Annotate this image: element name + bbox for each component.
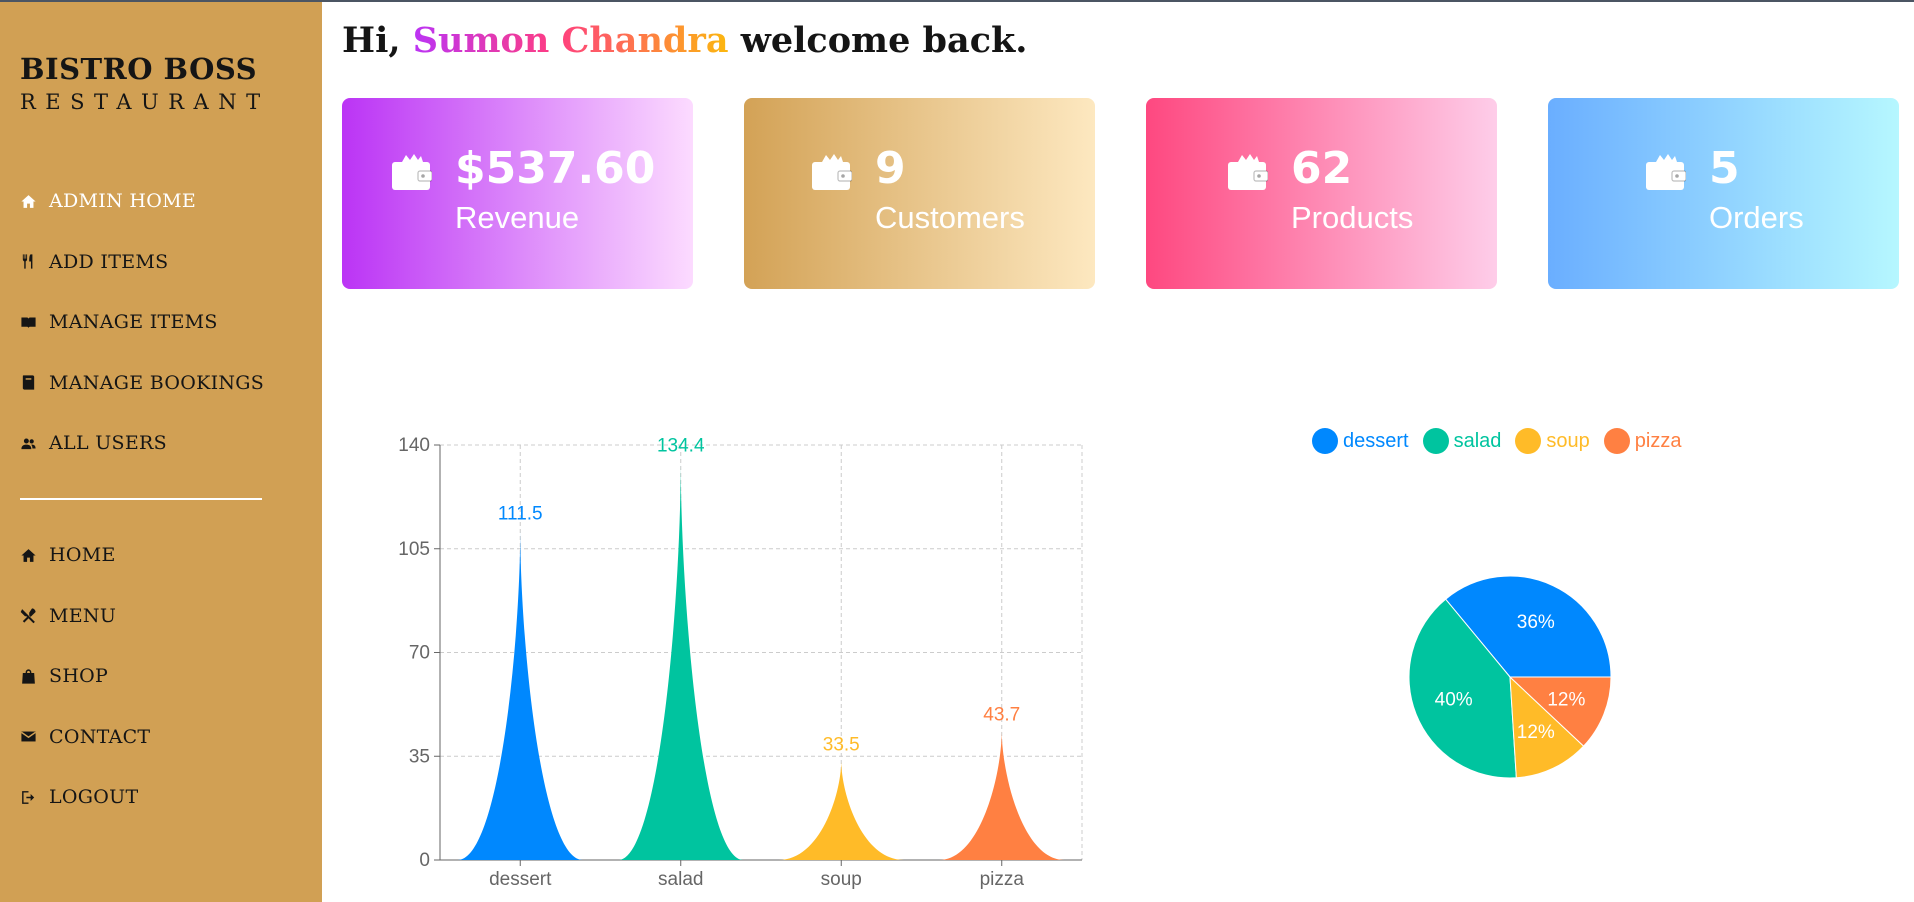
x-tick-label: salad [658,869,703,890]
shopping-bag-icon [22,669,35,684]
products-label: Products [1291,200,1414,235]
brand-title: BISTRO BOSS [20,52,258,86]
bar-chart-svg: 0 35 70 105 140 111.5 dessert 134.4 salad 33.5 sou… [398,435,1083,890]
admin-nav: ADMIN HOME ADD ITEMS MANAGE ITEMS MANAGE… [20,171,310,474]
home-icon [21,194,36,208]
sidebar-item-admin-home[interactable]: ADMIN HOME [20,171,310,232]
customers-card: 9 Customers [744,98,1095,289]
y-tick-label: 70 [409,643,430,664]
y-tick-label: 105 [398,539,430,560]
site-nav: HOME MENU SHOP CONTACT LOGOUT [20,525,310,828]
orders-card: 5 Orders [1548,98,1899,289]
pie-slice-label: 12% [1517,722,1555,743]
pie-chart-svg: 36% 40% 12% 12% [1408,575,1612,779]
sidebar-item-manage-bookings[interactable]: MANAGE BOOKINGS [20,353,310,414]
page-title: Hi, Sumon Chandra welcome back. [342,20,1027,61]
orders-value: 5 [1709,143,1740,194]
bar-value-label: 111.5 [498,503,543,524]
book-icon [21,317,36,328]
pie-slice-label: 40% [1435,689,1473,710]
cutlery-icon [20,608,36,624]
user-name: Sumon Chandra [412,20,729,61]
orders-label: Orders [1709,200,1804,235]
greeting-prefix: Hi, [342,20,401,61]
pie-slice-label: 12% [1547,689,1585,710]
bar-value-label: 43.7 [983,704,1020,725]
bar-soup[interactable] [778,760,904,860]
sidebar-item-label: LOGOUT [49,786,139,809]
wallet-icon [392,154,432,190]
sidebar-item-label: MANAGE BOOKINGS [49,371,265,394]
sidebar-item-all-users[interactable]: ALL USERS [20,413,310,474]
sidebar-divider [20,498,262,500]
revenue-label: Revenue [455,200,580,235]
wallet-icon [812,154,852,190]
products-value: 62 [1291,143,1353,194]
category-pie-chart: 36% 40% 12% 12% [1300,420,1700,840]
sidebar-item-contact[interactable]: CONTACT [20,707,310,768]
utensils-icon [22,254,33,269]
y-tick-label: 35 [409,746,430,767]
sidebar-item-manage-items[interactable]: MANAGE ITEMS [20,292,310,353]
category-bar-chart: 0 35 70 105 140 111.5 dessert 134.4 salad 33.5 sou… [380,420,1100,900]
revenue-value: $537.60 [455,143,656,194]
home-icon [21,548,36,562]
customers-label: Customers [875,200,1025,235]
bar-value-label: 33.5 [823,735,860,756]
sidebar-item-home[interactable]: HOME [20,525,310,586]
brand-subtitle: RESTAURANT [20,90,270,114]
sidebar-item-label: ADMIN HOME [49,190,197,213]
sidebar-item-label: MENU [49,604,117,627]
wallet-icon [1646,154,1686,190]
x-tick-label: dessert [489,869,552,890]
top-border [0,0,1914,2]
booking-icon [22,375,35,390]
sidebar-item-add-items[interactable]: ADD ITEMS [20,232,310,293]
sidebar-item-label: ALL USERS [49,432,167,455]
pie-slice-label: 36% [1517,612,1555,633]
customers-value: 9 [875,143,906,194]
x-tick-label: soup [821,869,862,890]
x-tick-label: pizza [980,869,1025,890]
sidebar-item-label: SHOP [49,665,109,688]
logout-icon [22,790,35,804]
bar-value-label: 134.4 [657,436,705,457]
sidebar-item-logout[interactable]: LOGOUT [20,767,310,828]
sidebar-item-label: CONTACT [49,725,151,748]
brand-logo[interactable]: BISTRO BOSS RESTAURANT [20,52,270,114]
sidebar-item-label: HOME [49,544,116,567]
revenue-card: $537.60 Revenue [342,98,693,289]
y-tick-label: 0 [419,850,430,871]
sidebar: BISTRO BOSS RESTAURANT ADMIN HOME ADD IT… [0,0,322,902]
sidebar-item-menu[interactable]: MENU [20,586,310,647]
envelope-icon [21,731,36,742]
sidebar-item-label: ADD ITEMS [49,250,169,273]
greeting-suffix: welcome back. [740,20,1028,61]
users-icon [21,438,36,449]
bar-pizza[interactable] [939,730,1065,860]
wallet-icon [1228,154,1268,190]
products-card: 62 Products [1146,98,1497,289]
bar-dessert[interactable] [457,529,583,860]
sidebar-item-shop[interactable]: SHOP [20,646,310,707]
y-tick-label: 140 [398,435,430,456]
sidebar-item-label: MANAGE ITEMS [49,311,218,334]
bar-salad[interactable] [618,461,744,860]
